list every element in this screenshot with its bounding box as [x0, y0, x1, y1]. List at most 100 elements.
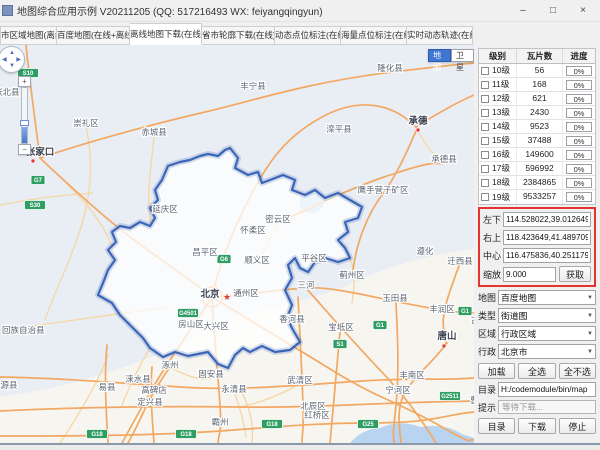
- level-checkbox[interactable]: [481, 67, 489, 75]
- map-area[interactable]: S10G7S30G6G4501G1S1G1G25G18G18G18G2511 ★…: [0, 45, 474, 443]
- download-button[interactable]: 目录: [478, 418, 515, 434]
- level-row: 12级6210%: [479, 92, 595, 106]
- level-checkbox[interactable]: [481, 151, 489, 159]
- svg-text:G25: G25: [362, 422, 374, 428]
- level-checkbox[interactable]: [481, 81, 489, 89]
- level-checkbox[interactable]: [481, 179, 489, 187]
- select-类型[interactable]: 街道图▼: [498, 308, 596, 323]
- zoom-in-button[interactable]: +: [18, 76, 31, 87]
- progress-text: 等待下载...: [502, 402, 543, 412]
- svg-text:G1: G1: [376, 323, 385, 329]
- tile-count: 596992: [517, 162, 563, 176]
- map-label: 隆化县: [377, 63, 403, 73]
- level-table-header: 级别瓦片数进度: [479, 49, 595, 64]
- tab-5[interactable]: 海量点位标注(在线): [341, 26, 407, 45]
- city-dot-icon: [442, 344, 446, 348]
- tile-count: 56: [517, 64, 563, 78]
- progress-cell: 0%: [566, 164, 592, 174]
- level-checkbox[interactable]: [481, 137, 489, 145]
- level-row: 16级1496000%: [479, 148, 595, 162]
- zoom-label: 缩放: [483, 268, 503, 281]
- map-label: 玉田县: [382, 293, 408, 303]
- progress-cell: 0%: [566, 150, 592, 160]
- map-label: 涞源县: [0, 380, 18, 390]
- map-label: 顺义区: [244, 255, 270, 265]
- level-table-body: 10级560%11级1680%12级6210%13级24300%14级95230…: [479, 64, 595, 204]
- app-icon: [2, 5, 13, 16]
- chevron-down-icon: ▼: [587, 313, 593, 319]
- tab-2[interactable]: 离线地图下载(在线): [130, 23, 202, 45]
- road-shield: G18: [87, 430, 108, 439]
- tab-0[interactable]: 市区域地图(离线): [0, 26, 57, 45]
- coords-rows: 左下右上中心: [483, 212, 591, 263]
- select-row: 地图百度地图▼: [478, 290, 596, 305]
- zoom-out-button[interactable]: −: [18, 144, 31, 155]
- level-row: 13级24300%: [479, 106, 595, 120]
- tip-label: 提示: [478, 401, 498, 414]
- level-label: 13级: [492, 106, 510, 119]
- level-row: 15级374880%: [479, 134, 595, 148]
- control-panel: 级别瓦片数进度 10级560%11级1680%12级6210%13级24300%…: [474, 45, 600, 443]
- pan-up-icon[interactable]: ▲: [9, 50, 15, 56]
- tab-6[interactable]: 实时动态轨迹(在线): [407, 26, 473, 45]
- download-button[interactable]: 下载: [518, 418, 555, 434]
- svg-text:G2511: G2511: [441, 394, 459, 400]
- pan-left-icon[interactable]: ◀: [2, 57, 7, 63]
- map-label: 房山区: [178, 319, 204, 329]
- satellite-mode-button[interactable]: 卫星: [451, 49, 474, 62]
- progress-cell: 0%: [566, 94, 592, 104]
- road-shield: G18: [176, 430, 197, 439]
- pan-down-icon[interactable]: ▼: [9, 63, 15, 69]
- action-button[interactable]: 全选: [518, 363, 555, 379]
- map-label: 丰润区: [429, 304, 455, 314]
- coord-input[interactable]: [503, 212, 591, 227]
- coord-input[interactable]: [503, 248, 591, 263]
- action-buttons-row: 加载全选全不选: [478, 363, 596, 379]
- zoom-slider-handle[interactable]: [20, 120, 29, 126]
- map-mode-button[interactable]: 地图: [428, 49, 451, 62]
- level-checkbox[interactable]: [481, 95, 489, 103]
- baidu-map-canvas[interactable]: S10G7S30G6G4501G1S1G1G25G18G18G18G2511 ★…: [0, 45, 474, 443]
- capital-star-icon: ★: [223, 292, 231, 302]
- select-行政[interactable]: 北京市▼: [498, 344, 596, 359]
- window-title: 地图综合应用示例 V20211205 (QQ: 517216493 WX: fe…: [17, 3, 508, 18]
- tab-1[interactable]: 百度地图(在线+离线): [57, 26, 130, 45]
- level-checkbox[interactable]: [481, 193, 489, 201]
- pan-right-icon[interactable]: ▶: [16, 57, 21, 63]
- zoom-slider-track[interactable]: [21, 87, 28, 144]
- tile-count: 37488: [517, 134, 563, 148]
- directory-input[interactable]: [498, 382, 596, 397]
- minimize-button[interactable]: –: [508, 1, 538, 21]
- coord-input[interactable]: [503, 230, 591, 245]
- select-label: 类型: [478, 309, 498, 322]
- tab-3[interactable]: 省市轮廓下载(在线): [202, 26, 275, 45]
- level-checkbox[interactable]: [481, 123, 489, 131]
- get-button[interactable]: 获取: [559, 266, 591, 282]
- map-label: 滦平县: [326, 124, 352, 134]
- tip-row: 提示 等待下载...: [478, 400, 596, 414]
- select-地图[interactable]: 百度地图▼: [498, 290, 596, 305]
- progress-cell: 0%: [566, 122, 592, 132]
- directory-label: 目录: [478, 383, 498, 396]
- select-value: 北京市: [501, 345, 587, 358]
- tab-4[interactable]: 动态点位标注(在线): [275, 26, 341, 45]
- level-checkbox[interactable]: [481, 165, 489, 173]
- action-button[interactable]: 全不选: [559, 363, 596, 379]
- download-button[interactable]: 停止: [559, 418, 596, 434]
- map-label: 延庆区: [152, 204, 178, 214]
- level-checkbox[interactable]: [481, 109, 489, 117]
- zoom-value-input[interactable]: [503, 267, 556, 282]
- chevron-down-icon: ▼: [587, 349, 593, 355]
- select-label: 行政: [478, 345, 498, 358]
- map-label: 香河县: [279, 314, 305, 324]
- level-label: 12级: [492, 92, 510, 105]
- select-区域[interactable]: 行政区域▼: [498, 326, 596, 341]
- close-button[interactable]: ×: [568, 1, 598, 21]
- window-controls: – □ ×: [508, 1, 598, 21]
- action-button[interactable]: 加载: [478, 363, 515, 379]
- maximize-button[interactable]: □: [538, 1, 568, 21]
- tile-count: 2384865: [517, 176, 563, 190]
- coord-label: 左下: [483, 213, 503, 226]
- svg-text:G7: G7: [34, 178, 43, 184]
- title-bar: 地图综合应用示例 V20211205 (QQ: 517216493 WX: fe…: [0, 0, 600, 22]
